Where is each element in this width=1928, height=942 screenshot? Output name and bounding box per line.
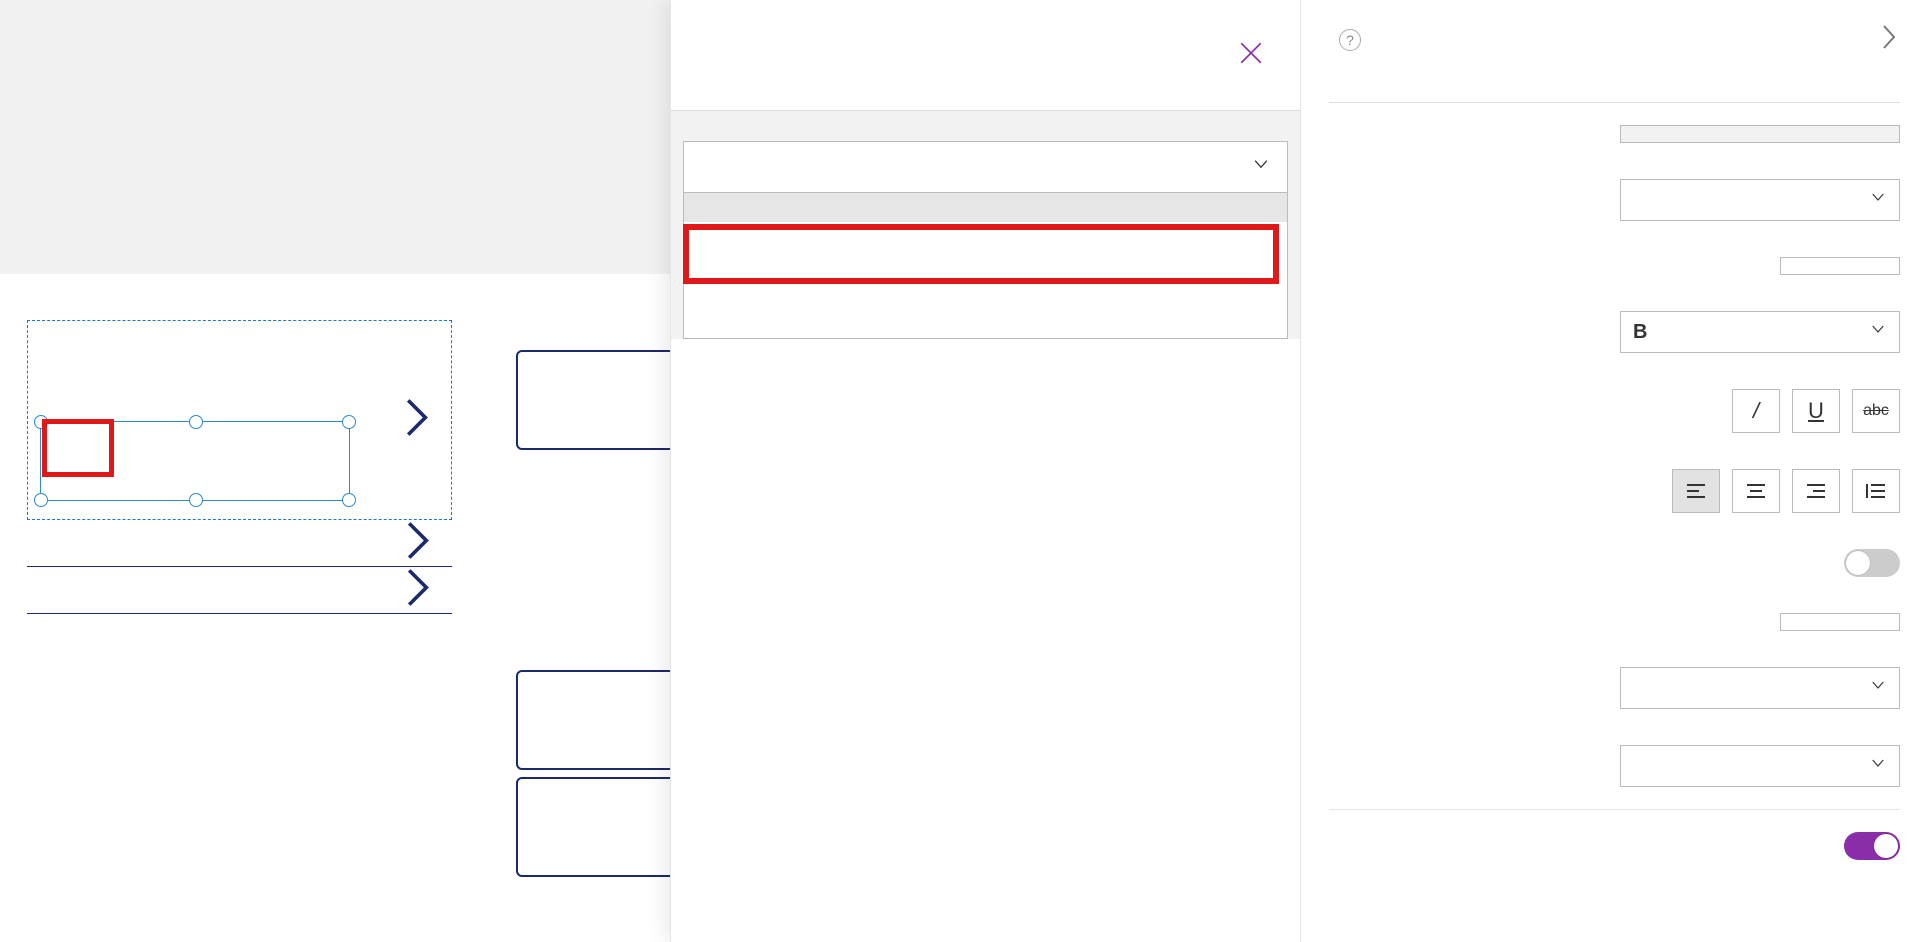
dropdown-option[interactable]	[684, 280, 1287, 309]
italic-button[interactable]: /	[1732, 389, 1780, 433]
dropdown-option[interactable]	[684, 222, 1287, 251]
displaymode-select[interactable]	[1620, 745, 1900, 787]
autoheight-toggle[interactable]	[1844, 549, 1900, 577]
chevron-down-icon	[1869, 754, 1887, 778]
visible-toggle[interactable]	[1844, 832, 1900, 860]
overflow-select[interactable]	[1620, 667, 1900, 709]
dropdown-option[interactable]	[684, 251, 1287, 280]
underline-button[interactable]: U	[1792, 389, 1840, 433]
help-icon[interactable]: ?	[1339, 29, 1361, 51]
list-item[interactable]	[27, 320, 452, 520]
text-value-input[interactable]	[1620, 125, 1900, 143]
lineheight-input[interactable]	[1780, 613, 1900, 631]
chevron-down-icon	[1869, 188, 1887, 212]
fontweight-select[interactable]: B	[1620, 311, 1900, 353]
align-left-button[interactable]	[1672, 469, 1720, 513]
canvas-ribbon	[0, 0, 670, 274]
dropdown-option[interactable]	[684, 193, 1287, 222]
align-center-button[interactable]	[1732, 469, 1780, 513]
align-right-button[interactable]	[1792, 469, 1840, 513]
close-icon[interactable]	[1238, 40, 1264, 71]
fontsize-input[interactable]	[1780, 257, 1900, 275]
chevron-right-icon[interactable]	[404, 519, 434, 568]
font-select[interactable]	[1620, 179, 1900, 221]
properties-panel: ?	[1300, 0, 1928, 942]
data-panel	[670, 0, 1300, 942]
list-item[interactable]	[27, 567, 452, 614]
gallery-list	[27, 320, 452, 614]
data-field-combo[interactable]	[683, 141, 1288, 193]
chevron-right-icon[interactable]	[1880, 22, 1900, 58]
chevron-down-icon	[1251, 154, 1271, 180]
chevron-down-icon	[1869, 320, 1887, 344]
list-item[interactable]	[27, 520, 452, 567]
data-body-label	[683, 123, 1288, 141]
align-justify-button[interactable]	[1852, 469, 1900, 513]
chevron-down-icon	[1869, 676, 1887, 700]
selection-frame	[40, 421, 350, 501]
chevron-right-icon[interactable]	[404, 566, 434, 615]
strikethrough-button[interactable]: abc	[1852, 389, 1900, 433]
dropdown-option[interactable]	[684, 309, 1287, 338]
properties-tabs	[1329, 88, 1900, 103]
data-field-dropdown	[683, 193, 1288, 339]
chevron-right-icon[interactable]	[403, 396, 433, 445]
